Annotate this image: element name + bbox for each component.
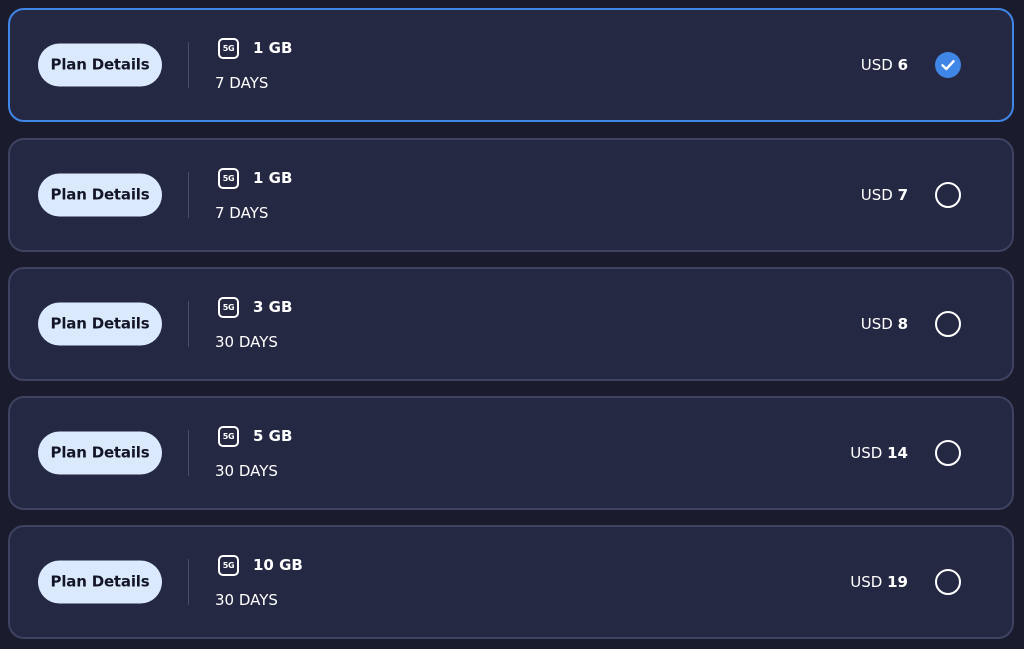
plan-data-amount: 10 GB [253, 556, 303, 574]
divider [188, 559, 189, 605]
plan-price: USD 7 [861, 185, 908, 205]
plan-price: USD 19 [850, 572, 908, 592]
divider [188, 430, 189, 476]
plan-card-1[interactable]: Plan Details 5G 1 GB 7 DAYS USD 6 [8, 8, 1014, 122]
plan-duration: 30 DAYS [215, 591, 278, 609]
plan-details-button[interactable]: Plan Details [38, 302, 162, 346]
plan-card-4[interactable]: Plan Details 5G 5 GB 30 DAYS USD 14 [8, 396, 1014, 510]
divider [188, 301, 189, 347]
plan-price: USD 6 [861, 55, 908, 75]
radio-empty-icon[interactable] [935, 182, 961, 208]
price-currency: USD [850, 444, 883, 462]
plan-price: USD 8 [861, 314, 908, 334]
plan-duration: 30 DAYS [215, 333, 278, 351]
price-currency: USD [860, 56, 893, 74]
radio-empty-icon[interactable] [935, 311, 961, 337]
plan-details-button[interactable]: Plan Details [38, 431, 162, 475]
check-circle-icon[interactable] [935, 52, 961, 78]
5g-icon: 5G [218, 38, 239, 59]
plan-data-amount: 5 GB [253, 427, 293, 445]
5g-icon: 5G [218, 297, 239, 318]
plan-list: Plan Details 5G 1 GB 7 DAYS USD 6 Plan D… [0, 0, 1024, 649]
plan-duration: 7 DAYS [215, 74, 269, 92]
plan-data-amount: 3 GB [253, 298, 293, 316]
price-currency: USD [850, 573, 883, 591]
price-currency: USD [860, 186, 893, 204]
price-amount: 7 [897, 186, 908, 204]
plan-data-amount: 1 GB [253, 169, 293, 187]
5g-icon: 5G [218, 555, 239, 576]
plan-duration: 7 DAYS [215, 204, 269, 222]
radio-empty-icon[interactable] [935, 440, 961, 466]
price-amount: 8 [897, 315, 908, 333]
5g-icon: 5G [218, 426, 239, 447]
5g-icon: 5G [218, 168, 239, 189]
plan-duration: 30 DAYS [215, 462, 278, 480]
divider [188, 172, 189, 218]
price-amount: 14 [887, 444, 908, 462]
plan-card-3[interactable]: Plan Details 5G 3 GB 30 DAYS USD 8 [8, 267, 1014, 381]
price-amount: 6 [897, 56, 908, 74]
radio-empty-icon[interactable] [935, 569, 961, 595]
plan-details-button[interactable]: Plan Details [38, 43, 162, 87]
price-amount: 19 [887, 573, 908, 591]
plan-card-5[interactable]: Plan Details 5G 10 GB 30 DAYS USD 19 [8, 525, 1014, 639]
price-currency: USD [860, 315, 893, 333]
divider [188, 42, 189, 88]
plan-data-amount: 1 GB [253, 39, 293, 57]
plan-price: USD 14 [850, 443, 908, 463]
plan-card-2[interactable]: Plan Details 5G 1 GB 7 DAYS USD 7 [8, 138, 1014, 252]
plan-details-button[interactable]: Plan Details [38, 173, 162, 217]
plan-details-button[interactable]: Plan Details [38, 560, 162, 604]
